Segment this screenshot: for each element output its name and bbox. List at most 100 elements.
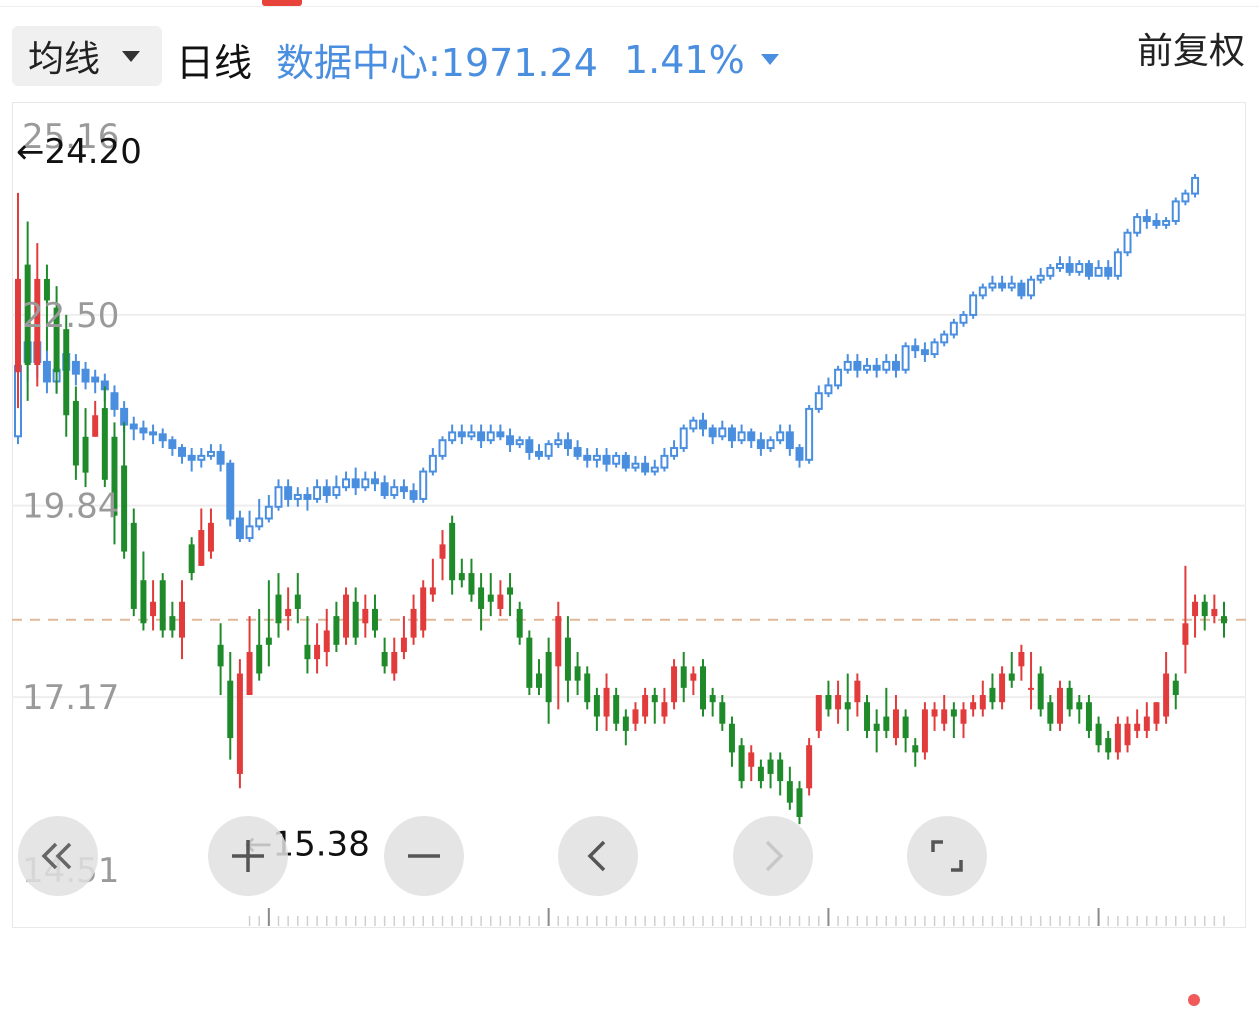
index-candle (342, 478, 351, 489)
stock-candle (381, 651, 388, 667)
stock-candle (400, 637, 407, 652)
zoom-in-icon (232, 840, 264, 872)
index-candle (120, 407, 129, 426)
index-value: 数据中心:1971.24 (276, 41, 598, 85)
index-candle (863, 364, 872, 371)
zoom-out-button[interactable] (384, 816, 464, 896)
stock-candle (1056, 687, 1063, 724)
index-candle (322, 486, 331, 497)
index-candle (313, 486, 322, 500)
chevron-right-icon (765, 840, 784, 872)
index-candle (978, 286, 987, 297)
stock-candle (150, 601, 157, 617)
index-candle (428, 454, 437, 473)
index-change: 1.41% (623, 37, 745, 82)
index-candle (612, 454, 621, 465)
kline-chart[interactable]: 25.1622.5019.8417.1714.51←24.20←15.38 20… (12, 102, 1246, 928)
stock-candle (285, 608, 292, 617)
index-candle (235, 517, 244, 540)
index-candle (1017, 282, 1026, 297)
stock-candle (1153, 702, 1160, 724)
index-candle (515, 439, 524, 446)
stock-candle (526, 637, 533, 688)
index-candle (920, 349, 929, 356)
index-candle (641, 462, 650, 473)
plot-frame (12, 102, 1246, 928)
stock-candle (728, 723, 735, 753)
high-price-annotation: ←24.20 (16, 132, 142, 172)
index-overlay-selector[interactable]: 数据中心:1971.24 1.41% (276, 32, 779, 87)
stock-candle (362, 608, 369, 624)
stock-candle (1047, 702, 1054, 724)
adjust-mode-button[interactable]: 前复权 (1137, 22, 1245, 74)
index-candle (901, 345, 910, 371)
stock-candle (188, 544, 195, 574)
scroll-to-start-button[interactable] (18, 816, 98, 896)
index-candle (699, 419, 707, 430)
index-candle (689, 419, 698, 430)
stock-candle (1095, 723, 1102, 746)
index-candle (592, 454, 601, 461)
stock-candle (603, 687, 610, 717)
stock-candle (420, 587, 427, 631)
stock-candle (950, 709, 957, 717)
fullscreen-button[interactable] (907, 816, 987, 896)
index-candle (486, 431, 495, 442)
index-candle (747, 431, 756, 442)
index-candle (129, 423, 138, 430)
stock-candle (564, 637, 571, 681)
stock-candle (1018, 651, 1025, 667)
stock-candle (999, 673, 1006, 703)
stock-candle (690, 673, 697, 681)
stock-candle (169, 616, 176, 631)
stock-candle (265, 637, 272, 645)
index-candle (477, 431, 486, 442)
index-candle (1191, 176, 1200, 195)
index-candle (197, 454, 206, 461)
stock-candle (1124, 723, 1131, 746)
stock-candle (777, 759, 784, 782)
stock-candle (478, 587, 485, 609)
stock-candle (854, 680, 861, 703)
index-candle (988, 282, 997, 289)
index-candle (949, 321, 958, 336)
stock-candle (1085, 702, 1092, 731)
stock-candle (1201, 601, 1208, 617)
y-tick-label: 22.50 (22, 296, 119, 336)
index-candle (255, 517, 264, 528)
index-candle (448, 431, 457, 442)
stock-candle (140, 580, 147, 624)
stock-candle (931, 709, 938, 717)
stock-candle (979, 695, 986, 710)
index-candle (853, 360, 862, 371)
stock-candle (343, 594, 350, 638)
zoom-in-button[interactable] (208, 816, 288, 896)
stock-candle (902, 716, 909, 739)
index-candle (872, 364, 881, 371)
index-candle (496, 431, 505, 438)
stock-candle (1066, 687, 1073, 710)
stock-candle (748, 752, 755, 767)
stock-candle (516, 608, 523, 638)
pan-left-button[interactable] (558, 816, 638, 896)
index-candle (621, 454, 630, 469)
index-candle (1133, 216, 1142, 234)
ma-dropdown-button[interactable]: 均线 (12, 26, 162, 86)
index-candle (940, 333, 949, 344)
index-candle (814, 392, 823, 410)
pan-right-button[interactable] (733, 816, 813, 896)
index-candle (1142, 216, 1151, 222)
index-candle (351, 478, 360, 489)
index-candle (660, 454, 669, 469)
index-candle (805, 407, 814, 461)
stock-candle (458, 573, 465, 581)
index-candle (293, 494, 302, 500)
stock-candle (1211, 608, 1218, 617)
index-candle (457, 431, 466, 438)
stock-candle (1134, 723, 1141, 731)
chevron-left-icon (587, 840, 606, 872)
stock-candle (1172, 680, 1179, 696)
stock-candle (217, 644, 224, 667)
stock-candle (82, 436, 89, 473)
index-candle (438, 439, 447, 457)
